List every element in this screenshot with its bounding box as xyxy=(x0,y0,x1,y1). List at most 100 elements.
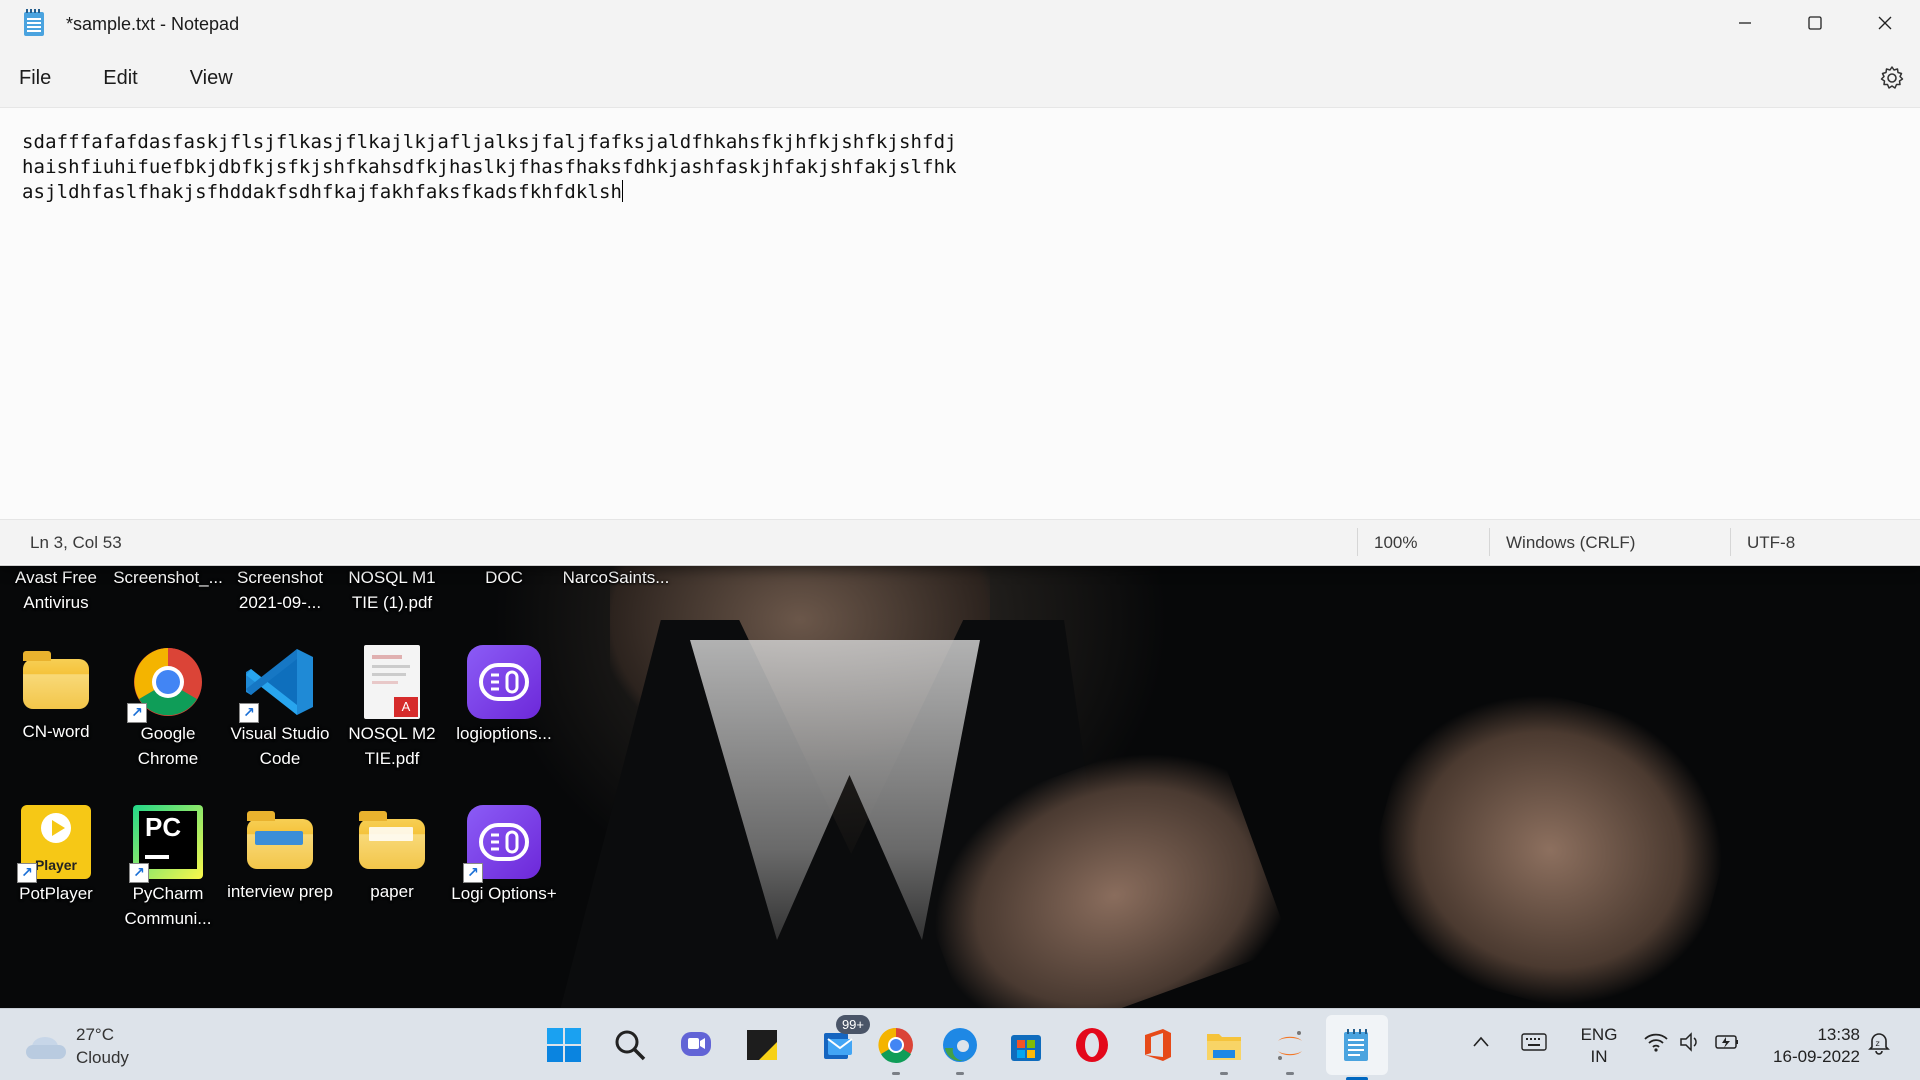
show-hidden-icons-button[interactable] xyxy=(1470,1031,1492,1059)
cursor-position: Ln 3, Col 53 xyxy=(30,533,122,552)
volume-icon xyxy=(1680,1032,1697,1052)
status-separator xyxy=(1489,528,1490,556)
notepad-icon xyxy=(1344,1029,1368,1061)
volume-button[interactable] xyxy=(1678,1031,1704,1059)
taskbar-chrome[interactable] xyxy=(876,1025,916,1075)
running-indicator xyxy=(892,1072,900,1075)
battery-charging-icon xyxy=(1715,1035,1738,1049)
language-indicator[interactable]: ENG IN xyxy=(1576,1024,1622,1068)
taskbar-jupyter[interactable] xyxy=(1270,1025,1310,1075)
pycharm-icon-text: PC xyxy=(145,812,182,842)
wallpaper-hand-right xyxy=(1346,661,1754,1008)
desktop-icon-label: Screenshot_... xyxy=(113,568,223,587)
taskbar-edge[interactable] xyxy=(940,1025,980,1075)
taskbar-file-explorer[interactable] xyxy=(1204,1025,1244,1075)
running-indicator xyxy=(1220,1072,1228,1075)
desktop-icon-nosql-m2[interactable]: A NOSQL M2 TIE.pdf xyxy=(337,645,447,771)
settings-button[interactable] xyxy=(1878,64,1906,92)
desktop-icon-logioptions[interactable]: logioptions... xyxy=(449,645,559,746)
line-ending: Windows (CRLF) xyxy=(1506,533,1636,552)
desktop-icon-label: Logi Options+ xyxy=(451,884,557,903)
desktop-icon-label: DOC xyxy=(485,568,523,587)
desktop-icon-label: Google Chrome xyxy=(137,724,199,768)
language-line1: ENG xyxy=(1580,1025,1618,1044)
window-title: *sample.txt - Notepad xyxy=(66,13,240,34)
weather-condition: Cloudy xyxy=(76,1048,129,1067)
menu-file[interactable]: File xyxy=(0,58,70,98)
text-editor[interactable]: sdafffafafdasfaskjflsjflkasjflkajlkjaflj… xyxy=(0,108,1920,519)
zoom-level: 100% xyxy=(1374,533,1418,552)
desktop-icon-doc[interactable]: DOC xyxy=(449,565,559,590)
weather-text: 27°C Cloudy xyxy=(76,1023,129,1069)
clock-time: 13:38 xyxy=(1817,1025,1860,1044)
notification-bell-icon: z xyxy=(1868,1033,1890,1055)
svg-text:z: z xyxy=(1876,1039,1880,1048)
logi-options-icon xyxy=(467,645,541,719)
taskbar-sticky-notes[interactable] xyxy=(742,1025,782,1065)
desktop-icon-cn-word[interactable]: CN-word xyxy=(1,645,111,744)
desktop-icon-vscode[interactable]: ↗ Visual Studio Code xyxy=(225,645,335,771)
menu-view[interactable]: View xyxy=(171,58,252,98)
close-button[interactable] xyxy=(1850,0,1920,46)
clock[interactable]: 13:38 16-09-2022 xyxy=(1762,1024,1860,1068)
desktop-icon-google-chrome[interactable]: ↗ Google Chrome xyxy=(113,645,223,771)
shortcut-arrow-icon: ↗ xyxy=(127,703,147,723)
mail-badge: 99+ xyxy=(835,1015,870,1034)
desktop-icon-screenshot-2[interactable]: Screenshot 2021-09-... xyxy=(225,565,335,615)
folder-icon xyxy=(1207,1034,1241,1060)
search-button[interactable] xyxy=(610,1025,650,1065)
folder-icon xyxy=(23,651,89,709)
title-bar[interactable]: *sample.txt - Notepad xyxy=(0,0,1920,48)
taskbar-mail[interactable]: 99+ xyxy=(818,1015,870,1065)
language-line2: IN xyxy=(1590,1047,1608,1066)
start-button[interactable] xyxy=(544,1025,584,1065)
desktop-icon-screenshot-1[interactable]: Screenshot_... xyxy=(113,565,223,590)
taskbar-chat[interactable] xyxy=(676,1025,716,1065)
desktop-icon-label: Avast Free Antivirus xyxy=(15,568,97,612)
windows-icon xyxy=(547,1028,581,1062)
desktop-icon-pycharm[interactable]: PC ↗ PyCharm Communi... xyxy=(113,805,223,931)
text-line-with-caret: asjldhfaslfhakjsfhddakfsdhfkajfakhfaksfk… xyxy=(22,180,1920,205)
desktop-icon-nosql-m1[interactable]: NOSQL M1 TIE (1).pdf xyxy=(337,565,447,615)
running-indicator xyxy=(956,1072,964,1075)
taskbar-office[interactable] xyxy=(1138,1025,1178,1065)
desktop-icon-logi-options-plus[interactable]: ↗ Logi Options+ xyxy=(449,805,559,906)
vscode-icon: ↗ xyxy=(239,645,317,723)
desktop-icon-label: NOSQL M2 TIE.pdf xyxy=(348,724,436,768)
notepad-window: *sample.txt - Notepad File Edit View sda… xyxy=(0,0,1920,566)
desktop-icon-potplayer[interactable]: Player ↗ PotPlayer xyxy=(1,805,111,906)
text-caret xyxy=(622,180,624,202)
potplayer-icon: Player ↗ xyxy=(17,805,91,883)
desktop-icon-label: logioptions... xyxy=(456,724,552,743)
taskbar-opera[interactable] xyxy=(1072,1025,1112,1065)
taskbar-store[interactable] xyxy=(1006,1025,1046,1065)
text-line: sdafffafafdasfaskjflsjflkasjflkajlkjaflj… xyxy=(22,131,957,153)
desktop-icon-label: paper xyxy=(370,882,414,901)
touch-keyboard-button[interactable] xyxy=(1521,1031,1547,1059)
notifications-button[interactable]: z xyxy=(1866,1031,1892,1061)
maximize-icon xyxy=(1808,16,1822,30)
wifi-icon xyxy=(1644,1033,1668,1052)
network-button[interactable] xyxy=(1643,1031,1669,1059)
desktop-icon-paper[interactable]: paper xyxy=(337,805,447,904)
battery-button[interactable] xyxy=(1714,1031,1740,1059)
pycharm-icon: PC ↗ xyxy=(129,805,203,883)
close-icon xyxy=(1878,16,1892,30)
opera-icon xyxy=(1076,1028,1108,1062)
status-separator xyxy=(1357,528,1358,556)
cloud-icon xyxy=(26,1033,66,1059)
desktop-icon-label: PyCharm Communi... xyxy=(124,884,212,928)
taskbar-notepad[interactable] xyxy=(1336,1025,1376,1080)
maximize-button[interactable] xyxy=(1780,0,1850,46)
desktop-icon-narcosaints[interactable]: NarcoSaints... xyxy=(561,565,671,590)
running-indicator xyxy=(1286,1072,1294,1075)
menu-bar: File Edit View xyxy=(0,48,1920,108)
minimize-button[interactable] xyxy=(1710,0,1780,46)
folder-icon xyxy=(359,811,425,869)
desktop-icon-avast[interactable]: Avast Free Antivirus xyxy=(1,565,111,615)
sticky-notes-icon xyxy=(747,1030,777,1060)
desktop-icon-interview-prep[interactable]: interview prep xyxy=(225,805,335,904)
weather-widget[interactable]: 27°C Cloudy xyxy=(26,1023,129,1069)
logi-options-icon: ↗ xyxy=(463,805,541,883)
menu-edit[interactable]: Edit xyxy=(84,58,156,98)
